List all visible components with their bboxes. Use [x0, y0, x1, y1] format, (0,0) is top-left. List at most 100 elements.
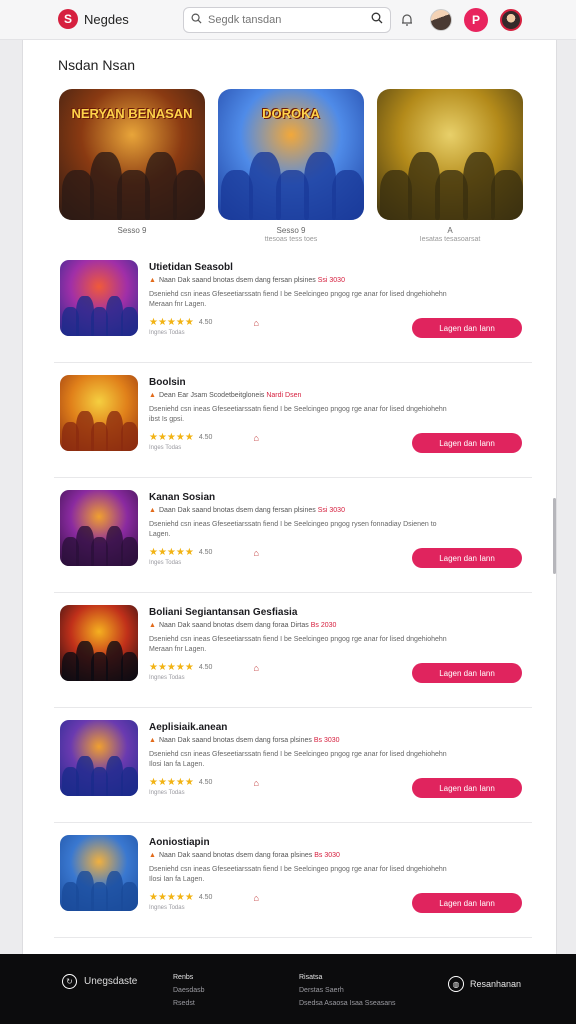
app-footnote: Inges Todas [149, 445, 182, 451]
app-action-button[interactable]: Lagen dan Iann [412, 318, 522, 338]
app-thumbnail [60, 375, 138, 451]
scrollbar-thumb[interactable] [553, 498, 556, 574]
brand-logo-icon: S [58, 9, 78, 29]
app-action-button[interactable]: Lagen dan Iann [412, 778, 522, 798]
app-score: 4.50 [198, 664, 213, 671]
featured-card[interactable]: NERYAN BENASAN Sesso 9 [59, 89, 205, 245]
search-icon [191, 11, 202, 29]
app-footnote: Ingnes Todas [149, 790, 185, 796]
app-title[interactable]: Boolsin [149, 377, 186, 388]
alert-icon: ▲ [149, 852, 156, 859]
app-title[interactable]: Utietidan Seasobl [149, 262, 233, 273]
featured-subcaption [59, 236, 205, 245]
featured-game-art [377, 89, 523, 220]
app-list-item[interactable]: Boolsin ▲ Dean Ear Jsam Scodetbeitgloneis … [54, 363, 532, 478]
app-meta-highlight: Bs 2030 [310, 622, 337, 629]
app-thumbnail [60, 490, 138, 566]
app-action-button[interactable]: Lagen dan Iann [412, 433, 522, 453]
app-list-item[interactable]: Boliani Segiantansan Gesfiasia ▲ Naan Dak … [54, 593, 532, 708]
app-meta-text: Naan Dak saand bnotas dsem dang foraa pl… [158, 852, 313, 859]
app-footnote: Ingnes Todas [149, 330, 185, 336]
alert-icon: ▲ [149, 507, 156, 514]
search-submit-icon[interactable] [371, 11, 383, 29]
category-icon: ⌂ [253, 777, 259, 788]
notification-bell-icon[interactable] [396, 9, 418, 31]
app-description: Dseniehd csn ineas Gfeseetiarssatn fiend… [149, 636, 447, 653]
star-rating-icon: ★★★★★ [149, 317, 194, 328]
featured-game-art: NERYAN BENASAN [59, 89, 205, 220]
featured-section-title: Nsdan Nsan [58, 57, 136, 73]
star-rating-icon: ★★★★★ [149, 662, 194, 673]
user-avatar[interactable] [430, 9, 452, 31]
brand[interactable]: S Negdes [58, 9, 129, 29]
app-title[interactable]: Aeplisiaik.anean [149, 722, 227, 733]
app-list-item[interactable]: Kanan Sosian ▲ Daan Dak saand bnotas dsem … [54, 478, 532, 593]
footer-brand[interactable]: ↻ Unegsdaste [62, 974, 137, 989]
app-meta: ▲ Naan Dak saand bnotas dsem dang forsa p… [149, 737, 340, 744]
brand-name: Negdes [84, 11, 129, 27]
category-icon: ⌂ [253, 892, 259, 903]
app-score: 4.50 [198, 894, 213, 901]
app-meta-text: Naan Dak saand bnotas dsem dang fersan p… [158, 277, 316, 284]
app-meta: ▲ Dean Ear Jsam Scodetbeitgloneis Nardi D… [149, 392, 301, 399]
app-action-button[interactable]: Lagen dan Iann [412, 663, 522, 683]
app-list-item[interactable]: Aoniostiapin ▲ Naan Dak saand bnotas dsem … [54, 823, 532, 938]
app-title[interactable]: Boliani Segiantansan Gesfiasia [149, 607, 297, 618]
app-meta-text: Naan Dak saand bnotas dsem dang forsa pl… [158, 737, 312, 744]
app-rating: ★★★★★ 4.50 ⌂ [149, 547, 259, 558]
globe-icon: ◍ [447, 976, 464, 992]
app-footnote: Ingnes Todas [149, 675, 185, 681]
search-bar[interactable] [183, 7, 391, 33]
app-meta: ▲ Naan Dak saand bnotas dsem dang foraa p… [149, 852, 340, 859]
featured-carousel: NERYAN BENASAN Sesso 9 DOROKA Sesso 9 ttesoa… [59, 89, 523, 245]
featured-subcaption: ttesoas tess toes [264, 236, 318, 243]
app-rating: ★★★★★ 4.50 ⌂ [149, 317, 259, 328]
featured-caption: Sesso 9 [117, 226, 147, 235]
star-rating-icon: ★★★★★ [149, 547, 194, 558]
category-icon: ⌂ [253, 662, 259, 673]
footer-language[interactable]: ◍ Resanhanan [447, 976, 521, 992]
app-list-item[interactable]: Aeplisiaik.anean ▲ Naan Dak saand bnotas d… [54, 708, 532, 823]
app-meta: ▲ Daan Dak saand bnotas dsem dang fersan … [149, 507, 345, 514]
featured-caption: Sesso 9 [276, 226, 306, 235]
profile-badge-button[interactable]: P [464, 8, 488, 32]
app-rating: ★★★★★ 4.50 ⌂ [149, 432, 259, 443]
app-score: 4.50 [198, 779, 213, 786]
footer-brand-name: Unegsdaste [84, 976, 138, 987]
app-list-item[interactable]: Utietidan Seasobl ▲ Naan Dak saand bnotas … [54, 248, 532, 363]
footer-link[interactable]: Derstas Saerh [299, 984, 396, 997]
app-title[interactable]: Aoniostiapin [149, 837, 210, 848]
app-title[interactable]: Kanan Sosian [149, 492, 215, 503]
featured-card[interactable]: DOROKA Sesso 9 ttesoas tess toes [218, 89, 364, 245]
app-description: Dseniehd csn ineas Gfeseetiarssatn fiend… [149, 406, 447, 423]
app-action-button[interactable]: Lagen dan Iann [412, 548, 522, 568]
category-icon: ⌂ [253, 317, 259, 328]
app-meta-highlight: Ssi 3030 [317, 507, 345, 514]
alert-icon: ▲ [149, 277, 156, 284]
footer-col1-title: Renbs [173, 974, 194, 981]
app-score: 4.50 [198, 434, 213, 441]
alert-icon: ▲ [149, 392, 156, 399]
app-meta: ▲ Naan Dak saand bnotas dsem dang foraa D… [149, 622, 336, 629]
app-action-button[interactable]: Lagen dan Iann [412, 893, 522, 913]
account-avatar[interactable] [500, 9, 522, 31]
footer-logo-icon: ↻ [62, 974, 77, 989]
app-thumbnail [60, 605, 138, 681]
search-input[interactable] [208, 14, 371, 26]
app-description: Dseniehd csn ineas Gfeseetiarssatn fiend… [149, 866, 447, 883]
app-score: 4.50 [198, 319, 213, 326]
app-footnote: Inges Todas [149, 560, 182, 566]
featured-card[interactable]: A Iesatas tesasoarsat [377, 89, 523, 245]
app-list: Utietidan Seasobl ▲ Naan Dak saand bnotas … [54, 248, 532, 938]
footer-link[interactable]: Dsedsa Asaosa Isaa Sseasans [299, 997, 396, 1010]
featured-subcaption: Iesatas tesasoarsat [419, 236, 481, 243]
footer: ↻ Unegsdaste Renbs Daesdasb Rsedst Risat… [0, 954, 576, 1024]
footer-link[interactable]: Rsedst [173, 997, 205, 1010]
app-meta: ▲ Naan Dak saand bnotas dsem dang fersan … [149, 277, 345, 284]
footer-link[interactable]: Daesdasb [173, 984, 205, 997]
featured-game-art: DOROKA [218, 89, 364, 220]
footer-column-2: Risatsa Derstas Saerh Dsedsa Asaosa Isaa… [299, 971, 396, 1010]
app-meta-highlight: Bs 3030 [314, 852, 340, 859]
app-meta-text: Daan Dak saand bnotas dsem dang fersan p… [158, 507, 316, 514]
app-meta-text: Dean Ear Jsam Scodetbeitgloneis [158, 392, 265, 399]
